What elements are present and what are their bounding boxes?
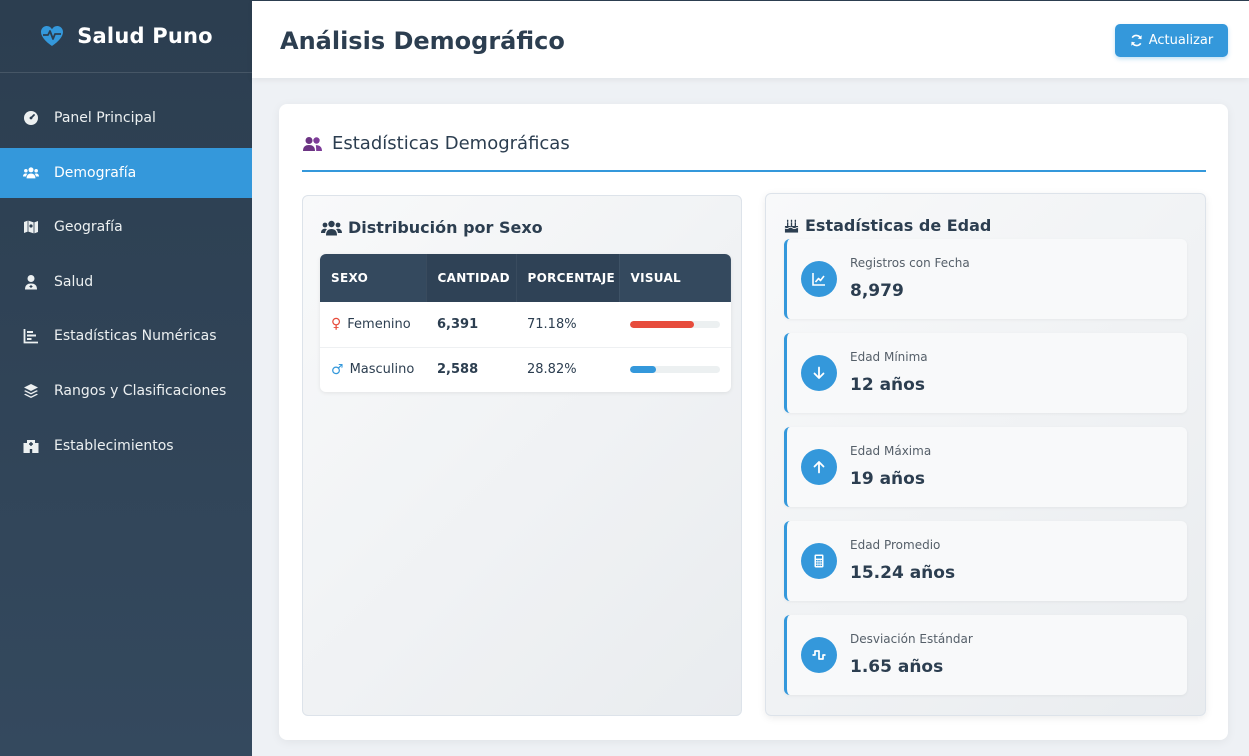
sidebar-item-label: Establecimientos bbox=[54, 437, 174, 454]
top-header: Análisis Demográfico Actualizar bbox=[252, 0, 1249, 78]
chart-bar-icon bbox=[23, 328, 39, 344]
brand-name: Salud Puno bbox=[77, 24, 213, 48]
count-cell: 2,588 bbox=[437, 362, 479, 378]
stat-card-edad-minima: Edad Mínima 12 años bbox=[784, 333, 1187, 413]
progress-fill bbox=[630, 366, 656, 374]
map-icon bbox=[23, 219, 39, 235]
layers-icon bbox=[23, 383, 39, 399]
sex-panel-title-text: Distribución por Sexo bbox=[348, 218, 543, 237]
sex-cell: ♀ Femenino bbox=[320, 302, 426, 347]
section-divider bbox=[302, 170, 1206, 172]
column-header-visual: VISUAL bbox=[619, 254, 731, 302]
calculator-icon bbox=[801, 543, 837, 579]
section-title: Estadísticas Demográficas bbox=[303, 133, 570, 154]
sidebar-item-label: Panel Principal bbox=[54, 110, 156, 126]
table-header-row: SEXO CANTIDAD PORCENTAJE VISUAL bbox=[320, 254, 731, 302]
progress-track bbox=[630, 320, 720, 328]
stat-value: 15.24 años bbox=[850, 563, 956, 583]
male-icon: ♂ bbox=[331, 361, 344, 378]
users-icon bbox=[321, 220, 342, 235]
stat-value: 12 años bbox=[850, 375, 925, 395]
user-friends-icon bbox=[303, 136, 322, 151]
sidebar: Salud Puno Panel Principal Demografía Ge… bbox=[0, 0, 252, 756]
age-panel-title: Estadísticas de Edad bbox=[784, 216, 991, 235]
percent-cell: 28.82% bbox=[527, 362, 577, 378]
stat-card-edad-maxima: Edad Máxima 19 años bbox=[784, 427, 1187, 507]
stat-value: 19 años bbox=[850, 469, 925, 489]
heart-pulse-icon bbox=[41, 26, 64, 46]
sync-icon bbox=[1130, 34, 1142, 47]
user-doctor-icon bbox=[23, 274, 39, 290]
stat-value: 1.65 años bbox=[850, 657, 944, 677]
refresh-button[interactable]: Actualizar bbox=[1115, 24, 1228, 57]
progress-track bbox=[630, 366, 720, 374]
stat-card-desviacion: Desviación Estándar 1.65 años bbox=[784, 615, 1187, 695]
chart-line-icon bbox=[801, 261, 837, 297]
sidebar-nav: Panel Principal Demografía Geografía Sal… bbox=[0, 93, 252, 471]
visual-cell bbox=[619, 302, 731, 347]
sex-distribution-table: SEXO CANTIDAD PORCENTAJE VISUAL ♀ Femeni… bbox=[320, 254, 731, 392]
stat-card-registros: Registros con Fecha 8,979 bbox=[784, 239, 1187, 319]
stat-value: 8,979 bbox=[850, 281, 904, 301]
female-icon: ♀ bbox=[331, 316, 342, 333]
arrow-down-icon bbox=[801, 355, 837, 391]
demographics-card: Estadísticas Demográficas Distribución p… bbox=[279, 104, 1228, 740]
table-row: ♀ Femenino 6,391 71.18% bbox=[320, 302, 731, 347]
sex-panel-title: Distribución por Sexo bbox=[321, 218, 543, 237]
sidebar-item-label: Geografía bbox=[54, 219, 123, 236]
age-statistics-panel: Estadísticas de Edad Registros con Fecha… bbox=[765, 193, 1206, 716]
sex-cell: ♂ Masculino bbox=[320, 347, 426, 392]
arrow-up-icon bbox=[801, 449, 837, 485]
sidebar-item-label: Salud bbox=[54, 273, 94, 290]
page-title: Análisis Demográfico bbox=[280, 27, 565, 55]
sidebar-item-label: Estadísticas Numéricas bbox=[54, 328, 217, 345]
stat-label: Registros con Fecha bbox=[850, 256, 970, 270]
sidebar-item-label: Rangos y Clasificaciones bbox=[54, 382, 227, 399]
progress-fill bbox=[630, 320, 695, 328]
stat-card-edad-promedio: Edad Promedio 15.24 años bbox=[784, 521, 1187, 601]
sidebar-item-estadisticas-numericas[interactable]: Estadísticas Numéricas bbox=[0, 311, 252, 361]
section-title-text: Estadísticas Demográficas bbox=[332, 133, 570, 154]
column-header-porcentaje: PORCENTAJE bbox=[516, 254, 620, 302]
users-icon bbox=[23, 165, 39, 181]
age-panel-title-text: Estadísticas de Edad bbox=[805, 216, 992, 235]
sidebar-item-panel-principal[interactable]: Panel Principal bbox=[0, 93, 252, 143]
sex-label: Femenino bbox=[347, 316, 411, 332]
stat-label: Desviación Estándar bbox=[850, 632, 973, 646]
wave-square-icon bbox=[801, 637, 837, 673]
table-row: ♂ Masculino 2,588 28.82% bbox=[320, 347, 731, 392]
column-header-sexo: SEXO bbox=[320, 254, 427, 302]
sex-distribution-panel: Distribución por Sexo SEXO CANTIDAD PORC… bbox=[302, 195, 742, 716]
sex-label: Masculino bbox=[349, 362, 415, 378]
sidebar-item-rangos-clasificaciones[interactable]: Rangos y Clasificaciones bbox=[0, 366, 252, 416]
sidebar-item-label: Demografía bbox=[54, 164, 137, 181]
sidebar-item-salud[interactable]: Salud bbox=[0, 257, 252, 307]
tachometer-icon bbox=[23, 110, 39, 126]
stat-label: Edad Promedio bbox=[850, 538, 941, 552]
sidebar-item-demografia[interactable]: Demografía bbox=[0, 147, 252, 198]
percent-cell: 71.18% bbox=[527, 316, 577, 332]
visual-cell bbox=[619, 347, 731, 392]
brand[interactable]: Salud Puno bbox=[0, 0, 252, 73]
sidebar-item-establecimientos[interactable]: Establecimientos bbox=[0, 421, 252, 471]
sidebar-item-geografia[interactable]: Geografía bbox=[0, 202, 252, 252]
birthday-cake-icon bbox=[784, 219, 799, 233]
count-cell: 6,391 bbox=[437, 316, 479, 332]
column-header-cantidad: CANTIDAD bbox=[426, 254, 517, 302]
hospital-icon bbox=[23, 438, 39, 454]
refresh-button-label: Actualizar bbox=[1148, 33, 1214, 48]
stat-label: Edad Mínima bbox=[850, 350, 928, 364]
stat-label: Edad Máxima bbox=[850, 444, 932, 458]
